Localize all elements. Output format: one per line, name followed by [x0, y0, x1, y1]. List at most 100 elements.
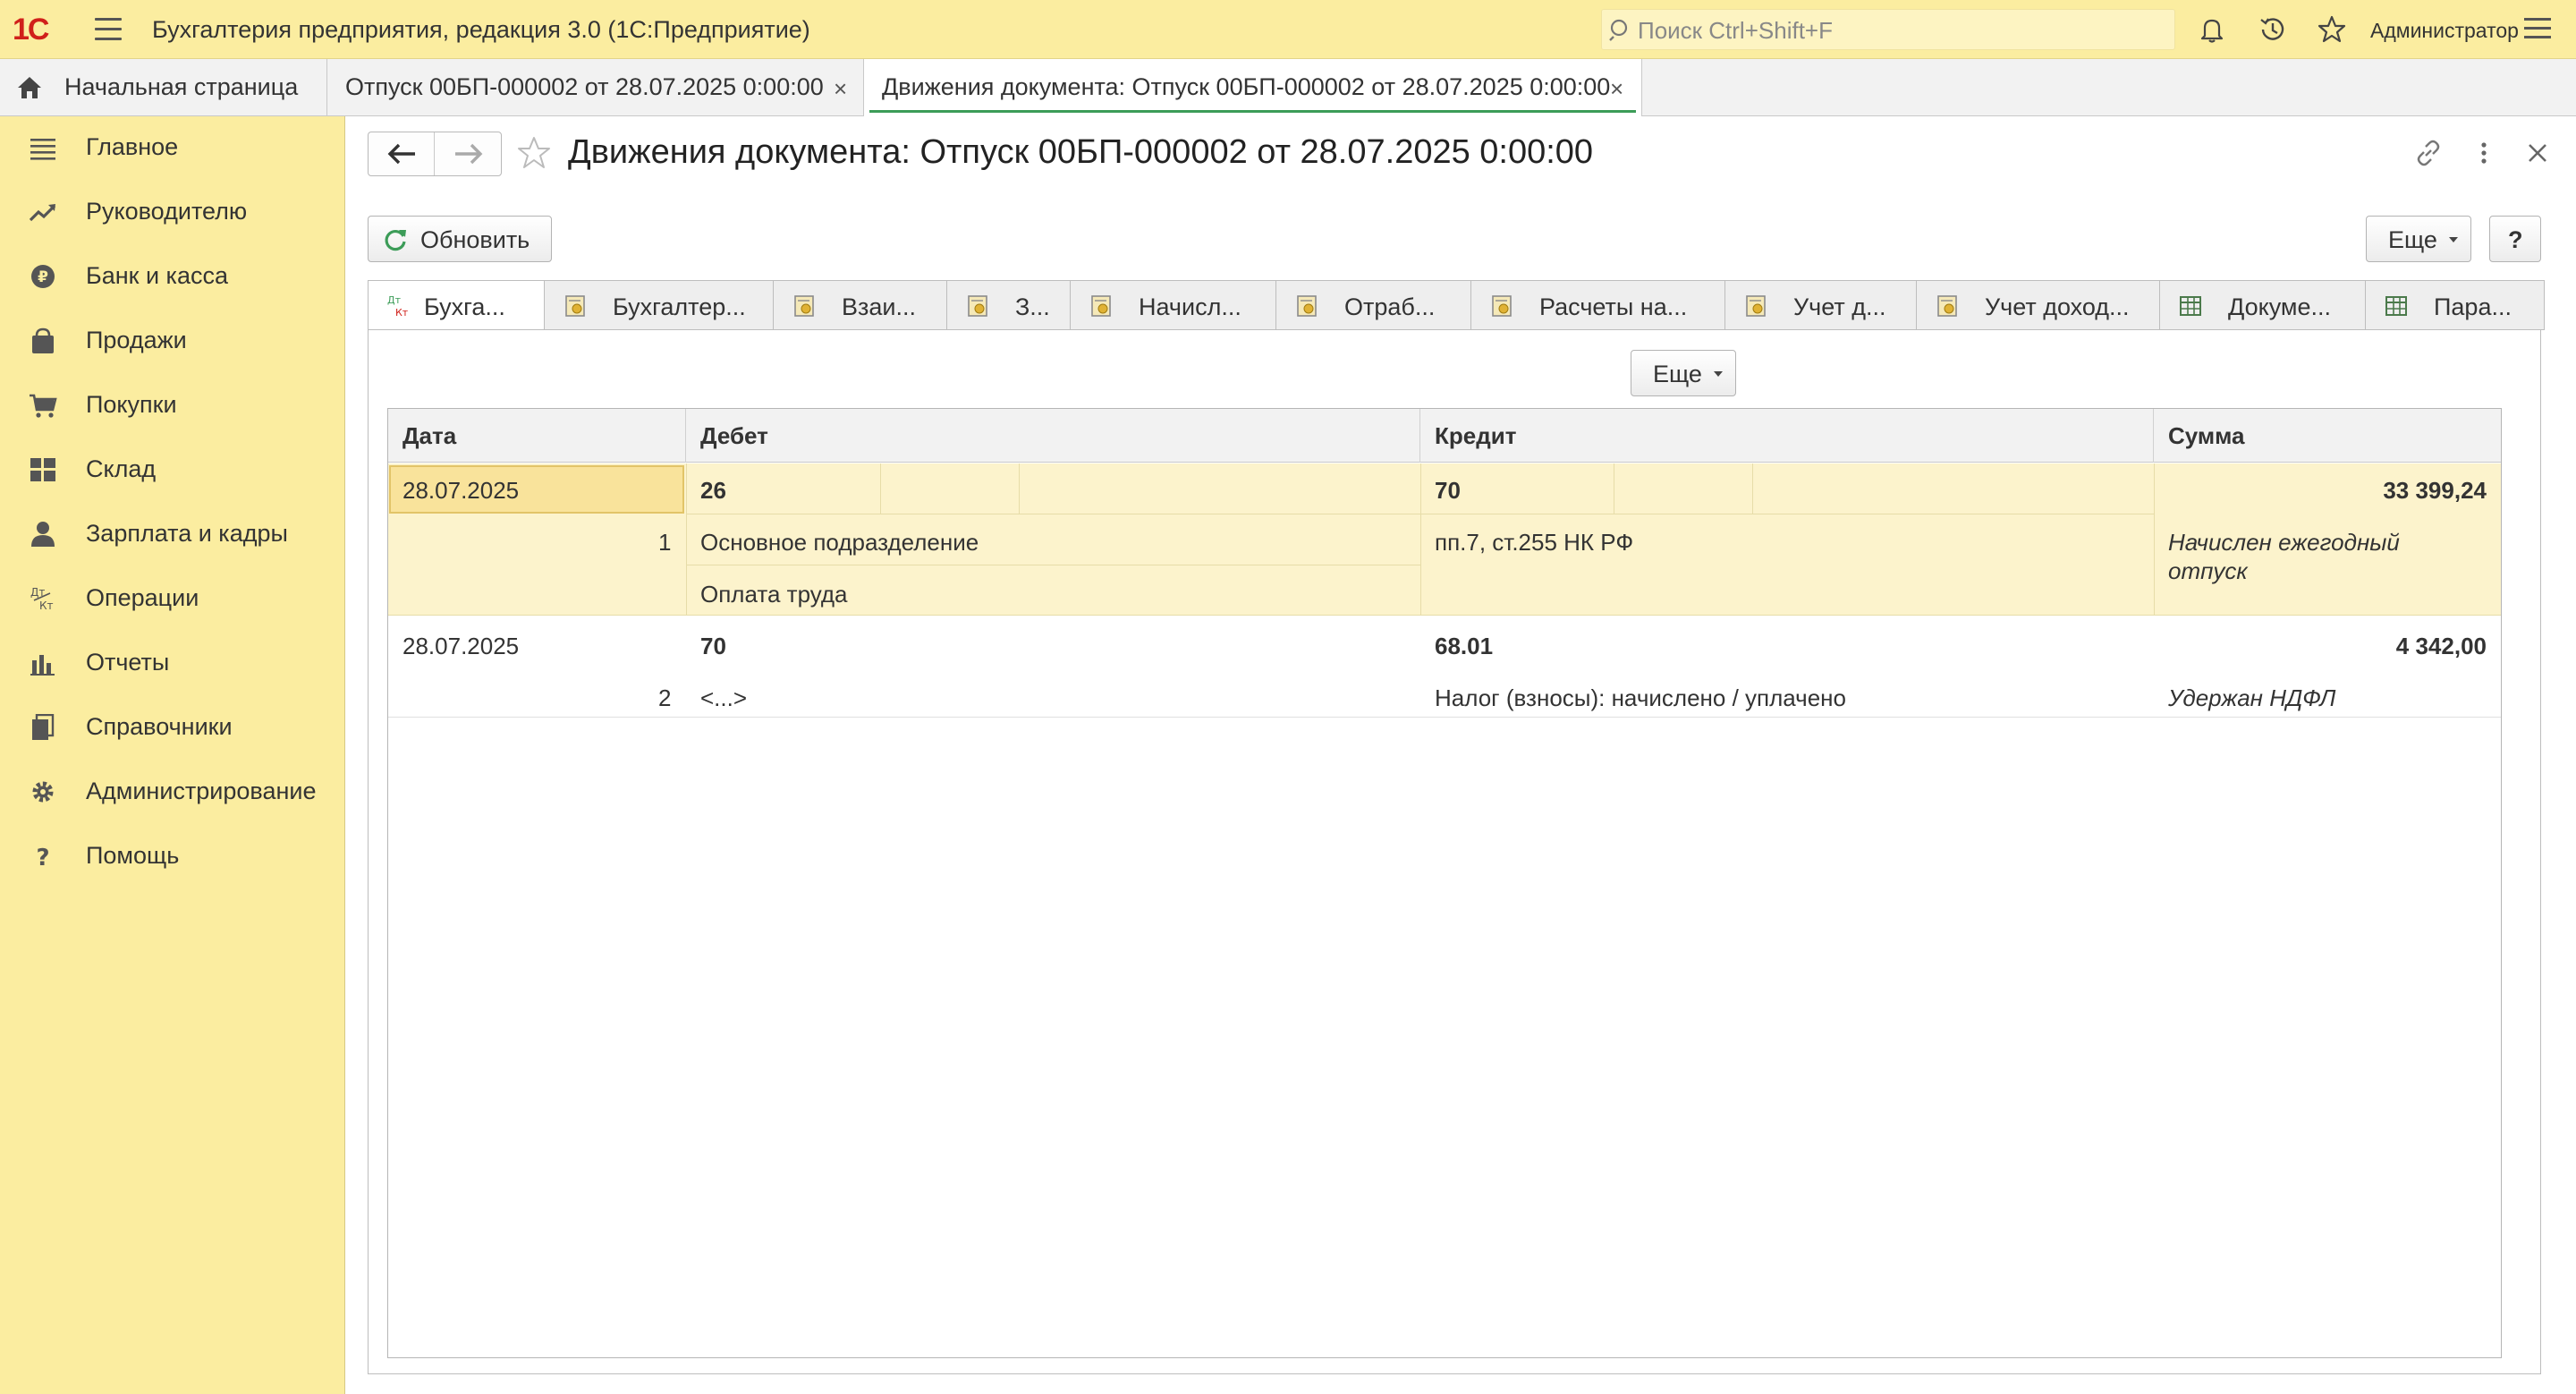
register-tab-params[interactable]: Пара... — [2366, 280, 2545, 330]
register-tab-label: Учет д... — [1793, 293, 1886, 320]
settings-menu-icon[interactable] — [2524, 18, 2551, 41]
tab-document[interactable]: Отпуск 00БП-000002 от 28.07.2025 0:00:00… — [327, 59, 864, 115]
tab-document-movements[interactable]: Движения документа: Отпуск 00БП-000002 о… — [864, 59, 1642, 116]
column-header-credit[interactable]: Кредит — [1420, 409, 2154, 463]
row-amount: 33 399,24 — [2383, 477, 2487, 504]
register-tab-accounting[interactable]: Дт Кт Бухга... — [368, 280, 545, 331]
sidebar-item-help[interactable]: ? Помощь — [0, 829, 345, 884]
register-tab-settlements[interactable]: Взаи... — [774, 280, 947, 330]
row-debit-account: 70 — [700, 633, 726, 659]
tab-label: Движения документа: Отпуск 00БП-000002 о… — [882, 73, 1611, 100]
svg-text:Кт: Кт — [395, 307, 409, 319]
books-icon — [32, 714, 55, 740]
sidebar-item-manager[interactable]: Руководителю — [0, 184, 345, 240]
question-icon: ? — [36, 845, 49, 870]
movements-table[interactable]: Дата Дебет Кредит Сумма 28.07.2025 26 70… — [387, 408, 2502, 1358]
sidebar: Главное Руководителю ₽ Банк и касса Прод… — [0, 116, 345, 1394]
current-user[interactable]: Администратор — [2370, 19, 2519, 43]
register-tab-accruals[interactable]: Начисл... — [1071, 280, 1276, 330]
logo-text: 1С — [13, 13, 49, 47]
app-logo[interactable]: 1С — [13, 13, 68, 47]
tab-home[interactable]: Начальная страница — [0, 59, 327, 115]
row-amount: 4 342,00 — [2395, 633, 2487, 659]
dt-kt-icon: Дт Кт — [387, 294, 409, 319]
register-tab-income[interactable]: Учет доход... — [1917, 280, 2160, 330]
close-icon[interactable]: × — [1610, 75, 1623, 103]
chevron-down-icon — [1714, 371, 1723, 377]
sidebar-item-salary[interactable]: Зарплата и кадры — [0, 506, 345, 562]
history-icon[interactable] — [2258, 14, 2288, 45]
row-debit-subconto-1: <...> — [700, 684, 748, 711]
help-button[interactable]: ? — [2489, 216, 2541, 262]
column-header-amount[interactable]: Сумма — [2154, 409, 2501, 463]
more-button[interactable]: Еще — [2366, 216, 2471, 262]
sidebar-item-label: Склад — [86, 455, 157, 482]
sidebar-item-label: Зарплата и кадры — [86, 520, 288, 547]
register-tab-accounting-2[interactable]: Бухгалтер... — [545, 280, 774, 330]
sidebar-item-sales[interactable]: Продажи — [0, 313, 345, 369]
more-vertical-icon[interactable] — [2468, 137, 2500, 169]
search-input[interactable] — [1638, 15, 2165, 46]
person-icon — [31, 522, 55, 547]
column-header-date[interactable]: Дата — [388, 409, 686, 463]
register-tab-z[interactable]: З... — [947, 280, 1071, 330]
favorites-star-icon[interactable] — [2317, 14, 2347, 45]
warehouse-icon — [30, 458, 55, 481]
register-tab-worked[interactable]: Отраб... — [1276, 280, 1471, 330]
row-content-line-1: Начислен ежегодный — [2168, 529, 2400, 556]
register-tab-label: Отраб... — [1344, 293, 1436, 320]
history-navigation — [368, 132, 502, 176]
sidebar-item-label: Покупки — [86, 391, 177, 418]
sidebar-item-bank[interactable]: ₽ Банк и касса — [0, 249, 345, 304]
close-form-icon[interactable] — [2521, 137, 2554, 169]
bag-icon — [32, 327, 54, 353]
refresh-label: Обновить — [420, 226, 530, 253]
forward-button[interactable] — [436, 132, 502, 175]
svg-text:?: ? — [36, 845, 49, 870]
row-debit-subconto-1: Основное подразделение — [700, 529, 979, 556]
tab-label: Отпуск 00БП-000002 от 28.07.2025 0:00:00 — [345, 73, 824, 100]
window-tabs: Начальная страница Отпуск 00БП-000002 от… — [0, 59, 2576, 116]
sidebar-item-label: Банк и касса — [86, 262, 228, 289]
register-tab-income-accounting[interactable]: Учет д... — [1725, 280, 1917, 330]
sidebar-item-administration[interactable]: Администрирование — [0, 764, 345, 820]
favorite-star-icon[interactable] — [516, 135, 552, 171]
link-icon[interactable] — [2412, 137, 2445, 169]
sidebar-item-warehouse[interactable]: Склад — [0, 442, 345, 497]
home-icon — [18, 77, 41, 98]
global-search[interactable] — [1601, 9, 2175, 50]
register-tabs: Дт Кт Бухга... Бухгалтер... Взаи... З... На… — [368, 280, 2545, 331]
svg-text:Кт: Кт — [39, 599, 54, 612]
sidebar-item-main[interactable]: Главное — [0, 120, 345, 175]
sidebar-item-reports[interactable]: Отчеты — [0, 635, 345, 691]
sidebar-item-purchases[interactable]: Покупки — [0, 378, 345, 433]
top-bar: 1С Бухгалтерия предприятия, редакция 3.0… — [0, 0, 2576, 59]
table-icon — [2180, 296, 2201, 316]
close-icon[interactable]: × — [834, 75, 847, 103]
table-more-button[interactable]: Еще — [1631, 350, 1736, 396]
row-number: 2 — [658, 684, 672, 711]
back-button[interactable] — [369, 132, 435, 175]
sidebar-item-operations[interactable]: Дт Кт Операции — [0, 571, 345, 626]
refresh-button[interactable]: Обновить — [368, 216, 552, 262]
register-tab-payments[interactable]: Расчеты на... — [1471, 280, 1725, 330]
column-header-debit[interactable]: Дебет — [686, 409, 1420, 463]
row-credit-account: 68.01 — [1435, 633, 1494, 659]
trend-icon — [29, 204, 56, 222]
register-tab-label: Учет доход... — [1985, 293, 2130, 320]
row-credit-subconto-1: Налог (взносы): начислено / уплачено — [1435, 684, 1846, 711]
sidebar-item-label: Главное — [86, 133, 179, 160]
row-content-line-1: Удержан НДФЛ — [2168, 684, 2336, 711]
sidebar-item-label: Продажи — [86, 327, 187, 353]
form-area: Движения документа: Отпуск 00БП-000002 о… — [346, 117, 2576, 1394]
row-content-line-2: отпуск — [2168, 557, 2248, 584]
page-title: Движения документа: Отпуск 00БП-000002 о… — [568, 133, 1594, 171]
main-menu-icon[interactable] — [95, 18, 122, 41]
register-icon — [1746, 295, 1766, 317]
register-icon — [794, 295, 814, 317]
register-icon — [565, 295, 585, 317]
sidebar-item-catalogs[interactable]: Справочники — [0, 700, 345, 755]
register-icon — [968, 295, 987, 317]
bell-icon[interactable] — [2197, 14, 2227, 45]
register-tab-documents[interactable]: Докуме... — [2160, 280, 2366, 330]
